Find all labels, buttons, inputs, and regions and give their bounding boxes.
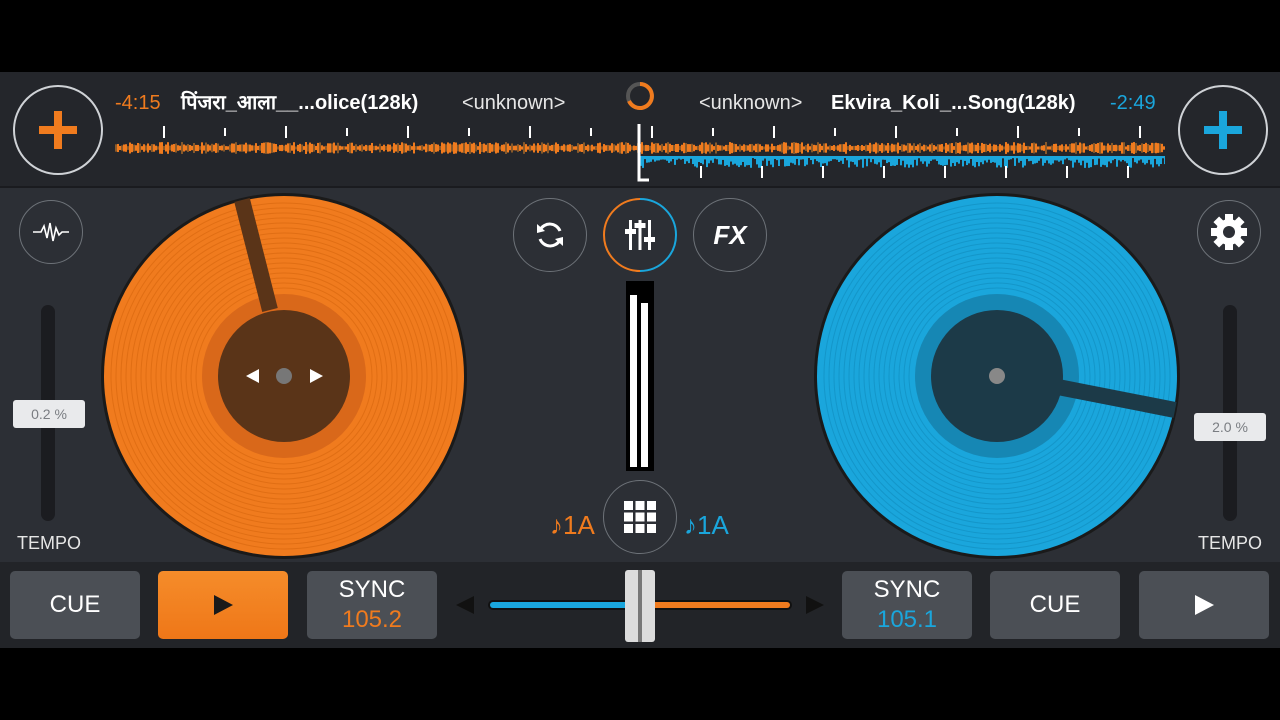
crossfader-left-arrow	[456, 596, 474, 614]
mixer-icon	[625, 220, 655, 250]
loop-icon	[537, 222, 563, 248]
deck-a-time-remaining: -4:15	[115, 92, 161, 114]
fx-button[interactable]: FX	[693, 198, 767, 272]
vu-meter	[626, 281, 654, 471]
fx-label: FX	[713, 219, 747, 250]
deck-a-play-button[interactable]	[158, 571, 288, 639]
sampler-button[interactable]	[603, 480, 677, 554]
waveform-view-button[interactable]	[19, 200, 83, 264]
crossfader-right-arrow	[806, 596, 824, 614]
top-bar: -4:15 पिंजरा_आला__...olice(128k) <unknow…	[0, 72, 1280, 188]
deck-a-pitch-value[interactable]: 0.2 %	[13, 400, 85, 428]
crossfader[interactable]	[456, 562, 824, 648]
play-icon	[1195, 595, 1214, 615]
deck-a-sync-button[interactable]: SYNC 105.2	[307, 571, 437, 639]
deck-a-cue-label: CUE	[49, 591, 101, 618]
deck-b-track-title: Ekvira_Koli_...Song(128k)	[831, 92, 1076, 114]
deck-a-tempo-label: TEMPO	[17, 533, 82, 553]
settings-button[interactable]	[1197, 200, 1261, 264]
deck-a-artist: <unknown>	[462, 92, 566, 114]
play-icon	[214, 595, 233, 615]
deck-b-sync-label: SYNC	[873, 576, 941, 603]
plus-icon	[1204, 111, 1242, 149]
bottom-bar: CUE SYNC 105.2 SYNC 105.1 CUE	[0, 562, 1280, 648]
decks-area: 0.2 % TEMPO FX ♪1A ♪1A 2.0 % TEMPO	[0, 188, 1280, 562]
deck-b-pitch-value[interactable]: 2.0 %	[1194, 413, 1266, 441]
waveform-overview[interactable]	[115, 122, 1165, 184]
mixer-button[interactable]	[603, 198, 677, 272]
vu-meter-b	[641, 303, 648, 467]
sync-progress-icon	[626, 82, 654, 110]
deck-a-key: ♪1A	[550, 510, 595, 540]
deck-b-tempo-label: TEMPO	[1198, 533, 1263, 553]
gear-icon	[1211, 214, 1247, 250]
deck-a-add-track-button[interactable]	[13, 85, 103, 175]
vu-meter-a	[630, 295, 637, 467]
deck-b-artist: <unknown>	[699, 92, 803, 114]
deck-b-sync-button[interactable]: SYNC 105.1	[842, 571, 972, 639]
dj-app: -4:15 पिंजरा_आला__...olice(128k) <unknow…	[0, 72, 1280, 648]
crossfader-graphic	[456, 570, 824, 642]
deck-a-bpm: 105.2	[341, 606, 403, 633]
deck-b-bpm: 105.1	[876, 606, 938, 633]
deck-b-cue-button[interactable]: CUE	[990, 571, 1120, 639]
deck-b-key: ♪1A	[684, 510, 729, 540]
deck-a-cue-button[interactable]: CUE	[10, 571, 140, 639]
deck-a-track-title: पिंजरा_आला__...olice(128k)	[181, 92, 419, 114]
deck-b-cue-label: CUE	[1029, 591, 1081, 618]
deck-b-add-track-button[interactable]	[1178, 85, 1268, 175]
deck-a-turntable[interactable]	[100, 192, 468, 560]
loop-button[interactable]	[513, 198, 587, 272]
grid-icon	[624, 501, 656, 533]
deck-b-play-button[interactable]	[1139, 571, 1269, 639]
plus-icon	[39, 111, 77, 149]
deck-b-time-remaining: -2:49	[1110, 92, 1156, 114]
waveform-icon	[33, 222, 69, 242]
deck-a-sync-label: SYNC	[338, 576, 406, 603]
deck-b-turntable[interactable]	[813, 192, 1181, 560]
